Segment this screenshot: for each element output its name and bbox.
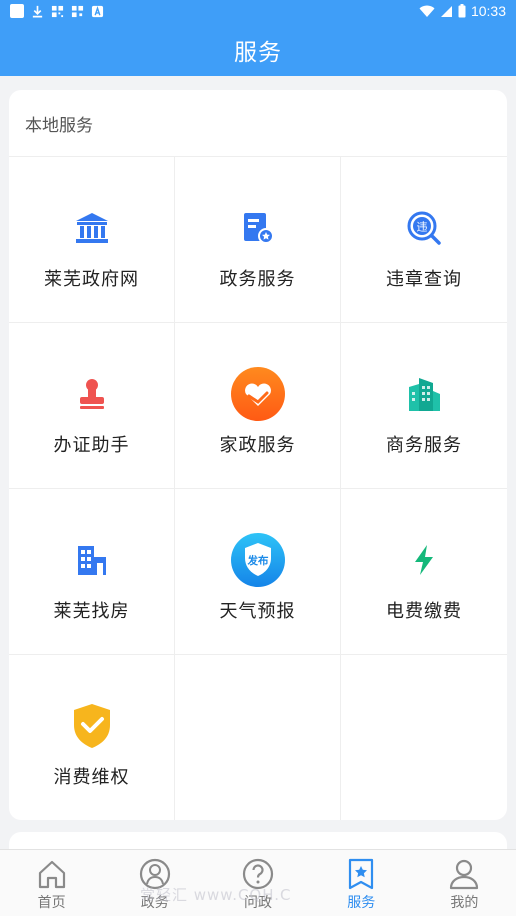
question-icon [242,858,274,890]
person-circle-icon [139,858,170,890]
service-label: 家政服务 [219,434,296,456]
qr-icon [51,5,64,17]
service-violation-query[interactable]: 违 违章查询 [341,157,507,323]
office-buildings-icon [395,365,453,423]
weather-badge-text: 发布 [246,554,268,567]
service-label: 莱芜找房 [53,600,130,622]
empty-cell [341,655,507,820]
tab-label: 首页 [37,895,66,911]
tab-label: 服务 [347,895,376,911]
service-laiwu-gov[interactable]: 莱芜政府网 [9,157,175,323]
service-label: 消费维权 [53,766,130,788]
status-bar: 10:33 [0,0,516,24]
page-title: 服务 [234,40,282,66]
signal-icon [440,5,452,17]
tab-mine[interactable]: 我的 [413,850,516,916]
wifi-icon [419,5,435,17]
svg-text:违: 违 [417,220,428,233]
service-weather[interactable]: 发布 天气预报 [175,489,341,655]
violation-search-icon: 违 [395,199,453,257]
service-label: 商务服务 [386,434,462,456]
service-label: 政务服务 [219,268,296,290]
qr-icon [71,5,84,17]
service-label: 办证助手 [53,434,130,456]
service-electricity[interactable]: 电费缴费 [341,489,507,655]
service-consumer-rights[interactable]: 消费维权 [9,655,175,820]
section-header: 本地服务 [9,90,507,156]
service-business[interactable]: 商务服务 [341,323,507,489]
service-label: 违章查询 [386,268,462,290]
services-grid: 莱芜政府网 政务服务 违 违章查询 办证助手 家政服务 商务服务 莱芜找房 发布… [9,156,507,820]
service-license-assistant[interactable]: 办证助手 [9,323,175,489]
tab-label: 我的 [450,895,479,911]
user-icon [450,859,479,890]
government-building-icon [63,199,121,257]
service-label: 电费缴费 [386,600,462,622]
download-icon [32,5,43,17]
empty-cell [175,655,341,820]
star-bookmark-icon [349,858,374,890]
battery-icon [458,4,466,18]
service-housekeeping[interactable]: 家政服务 [175,323,341,489]
tab-government[interactable]: 政务 [103,850,206,916]
tab-inquiry[interactable]: 问政 [206,850,309,916]
heart-hands-icon [229,365,287,423]
document-badge-icon [229,199,287,257]
service-label: 莱芜政府网 [44,268,139,290]
clock: 10:33 [470,3,506,19]
stamp-icon [63,365,121,423]
local-services-card: 本地服务 莱芜政府网 政务服务 违 违章查询 办证助手 家政服务 商务服务 莱芜… [9,90,507,820]
title-bar: 服务 [0,24,516,76]
service-gov-affairs[interactable]: 政务服务 [175,157,341,323]
app-a-icon [91,5,104,17]
notification-square-icon [10,4,24,18]
tab-home[interactable]: 首页 [0,850,103,916]
shield-check-icon [63,697,121,755]
weather-shield-icon: 发布 [229,531,287,589]
section-title: 本地服务 [25,115,93,136]
service-label: 天气预报 [219,600,296,622]
tab-services[interactable]: 服务 [310,850,413,916]
apartment-icon [63,531,121,589]
home-icon [38,860,65,889]
bottom-tab-bar: 首页 政务 问政 服务 我的 [0,849,516,916]
service-house-search[interactable]: 莱芜找房 [9,489,175,655]
tab-label: 政务 [140,895,169,911]
lightning-icon [395,531,453,589]
tab-label: 问政 [244,895,272,911]
